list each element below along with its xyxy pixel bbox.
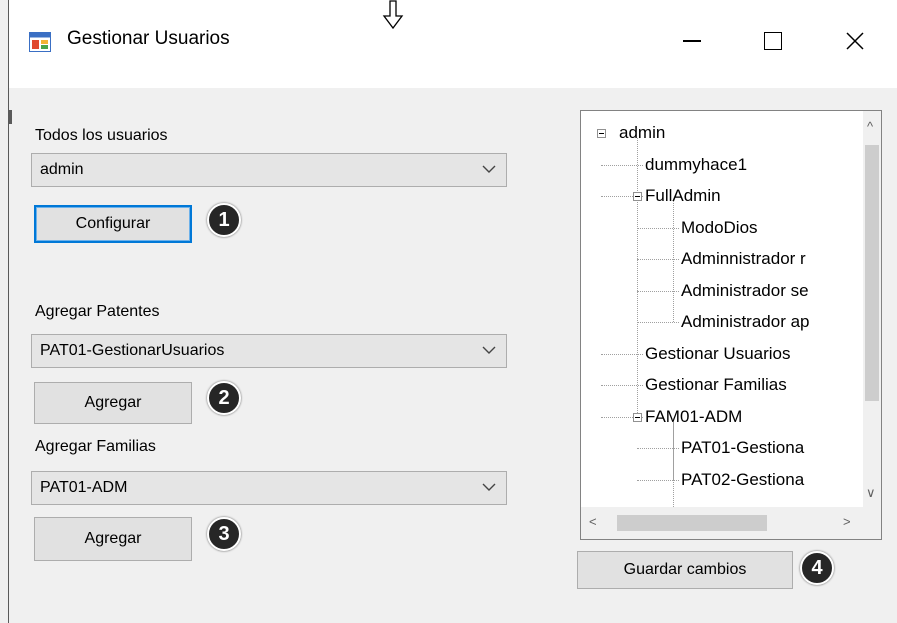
tree-node-label: Administrador ap (681, 312, 810, 331)
tree-node[interactable]: dummyhace1 (645, 150, 747, 180)
tree-node[interactable]: Adminnistrador r (681, 244, 806, 274)
tree-node[interactable]: FullAdmin (645, 181, 721, 211)
down-arrow-cursor-icon (382, 0, 404, 30)
step-badge-3-text: 3 (218, 522, 230, 545)
scroll-right-icon[interactable]: > (843, 514, 851, 529)
agregar-patente-button-label: Agregar (84, 394, 142, 411)
tree-node[interactable]: Gestionar Familias (645, 370, 787, 400)
scroll-up-icon[interactable]: ^ (867, 119, 873, 134)
tree-vertical-scroll-thumb[interactable] (865, 145, 879, 401)
close-button[interactable] (827, 16, 883, 66)
patents-label: Agregar Patentes (35, 303, 160, 320)
tree-connector (601, 164, 643, 166)
tree-node-label: FullAdmin (645, 186, 721, 205)
window-title: Gestionar Usuarios (67, 28, 230, 49)
scrollbar-corner (863, 507, 881, 539)
tree-vertical-scrollbar[interactable]: ^ ∨ (863, 111, 881, 507)
users-label: Todos los usuarios (35, 127, 168, 144)
maximize-icon (764, 32, 782, 50)
tree-node[interactable]: FAM01-ADM (645, 402, 742, 432)
families-selected-value: PAT01-ADM (40, 479, 128, 496)
step-badge-4: 4 (800, 551, 834, 585)
tree-node-label: dummyhace1 (645, 154, 748, 174)
users-dropdown[interactable]: admin (31, 153, 507, 187)
tree-node[interactable]: ModoDios (681, 213, 758, 243)
step-badge-1-text: 1 (218, 208, 230, 231)
configurar-button[interactable]: Configurar (34, 205, 192, 243)
step-badge-3: 3 (207, 517, 241, 551)
tree-node[interactable]: Administrador ap (681, 307, 810, 337)
tree-connector (637, 227, 679, 229)
scroll-down-icon[interactable]: ∨ (866, 485, 876, 501)
tree-connector (637, 259, 679, 260)
tree-connector (637, 138, 638, 417)
step-badge-1: 1 (207, 203, 241, 237)
families-dropdown[interactable]: PAT01-ADM (31, 471, 507, 505)
tree-connector (637, 448, 679, 449)
users-selected-value: admin (40, 161, 84, 178)
minimize-icon (683, 40, 701, 42)
guardar-cambios-button-label: Guardar cambios (623, 561, 747, 578)
agregar-familia-button[interactable]: Agregar (34, 517, 192, 561)
minimize-button[interactable] (664, 16, 720, 66)
tree-node-label: ModoDios (681, 217, 758, 237)
agregar-familia-button-label: Agregar (84, 530, 142, 547)
collapse-minus-icon[interactable] (633, 412, 642, 422)
tree-connector (637, 322, 679, 323)
tree-connector (673, 421, 674, 507)
maximize-button[interactable] (745, 16, 801, 66)
guardar-cambios-button[interactable]: Guardar cambios (577, 551, 793, 589)
tree-node-label: FAM01-ADM (645, 406, 743, 426)
tree-connector (673, 201, 674, 322)
tree-node-label: Administrador se (681, 280, 809, 300)
step-badge-2: 2 (207, 381, 241, 415)
scroll-left-icon[interactable]: < (589, 514, 597, 529)
tree-node-label: PAT01-Gestiona (681, 438, 805, 457)
families-label: Agregar Familias (35, 438, 156, 455)
tree-connector (601, 385, 643, 386)
tree-node[interactable]: PAT02-Gestiona (681, 465, 804, 495)
tree-node[interactable]: PAT01-Gestiona (681, 433, 804, 463)
gestionar-usuarios-window: Gestionar Usuarios Todos los usuarios ad… (8, 0, 897, 623)
tree-connector (601, 353, 643, 355)
close-icon (846, 32, 864, 50)
patents-selected-value: PAT01-GestionarUsuarios (40, 342, 225, 359)
chevron-down-icon (482, 346, 496, 354)
tree-node-label: PAT02-Gestiona (681, 469, 805, 489)
tree-node-label: Adminnistrador r (681, 249, 806, 268)
tree-horizontal-scrollbar[interactable]: < > (581, 507, 863, 539)
tree-horizontal-scroll-thumb[interactable] (617, 515, 767, 531)
collapse-minus-icon[interactable] (597, 129, 606, 138)
tree-connector (637, 479, 679, 481)
step-badge-2-text: 2 (218, 386, 230, 409)
chevron-down-icon (482, 165, 496, 173)
patents-dropdown[interactable]: PAT01-GestionarUsuarios (31, 334, 507, 368)
window-edge-mark (9, 110, 12, 124)
tree-connector (637, 290, 679, 292)
tree-node-label: admin (619, 123, 666, 142)
collapse-minus-icon[interactable] (633, 192, 642, 201)
agregar-patente-button[interactable]: Agregar (34, 382, 192, 424)
tree-node-label: Gestionar Usuarios (645, 343, 791, 363)
chevron-down-icon (482, 483, 496, 491)
tree-content: admin dummyhace1 FullAdmin ModoDios Adminnis… (581, 111, 863, 507)
app-window-icon (29, 32, 51, 52)
tree-node[interactable]: admin (619, 118, 665, 148)
tree-node[interactable]: Administrador se (681, 276, 809, 306)
tree-node[interactable]: Gestionar Usuarios (645, 339, 791, 369)
step-badge-4-text: 4 (811, 556, 823, 579)
permissions-tree-view[interactable]: admin dummyhace1 FullAdmin ModoDios Adminnis… (580, 110, 882, 540)
configurar-button-label: Configurar (75, 215, 151, 232)
title-bar[interactable]: Gestionar Usuarios (9, 0, 897, 88)
tree-node-label: Gestionar Familias (645, 375, 787, 394)
